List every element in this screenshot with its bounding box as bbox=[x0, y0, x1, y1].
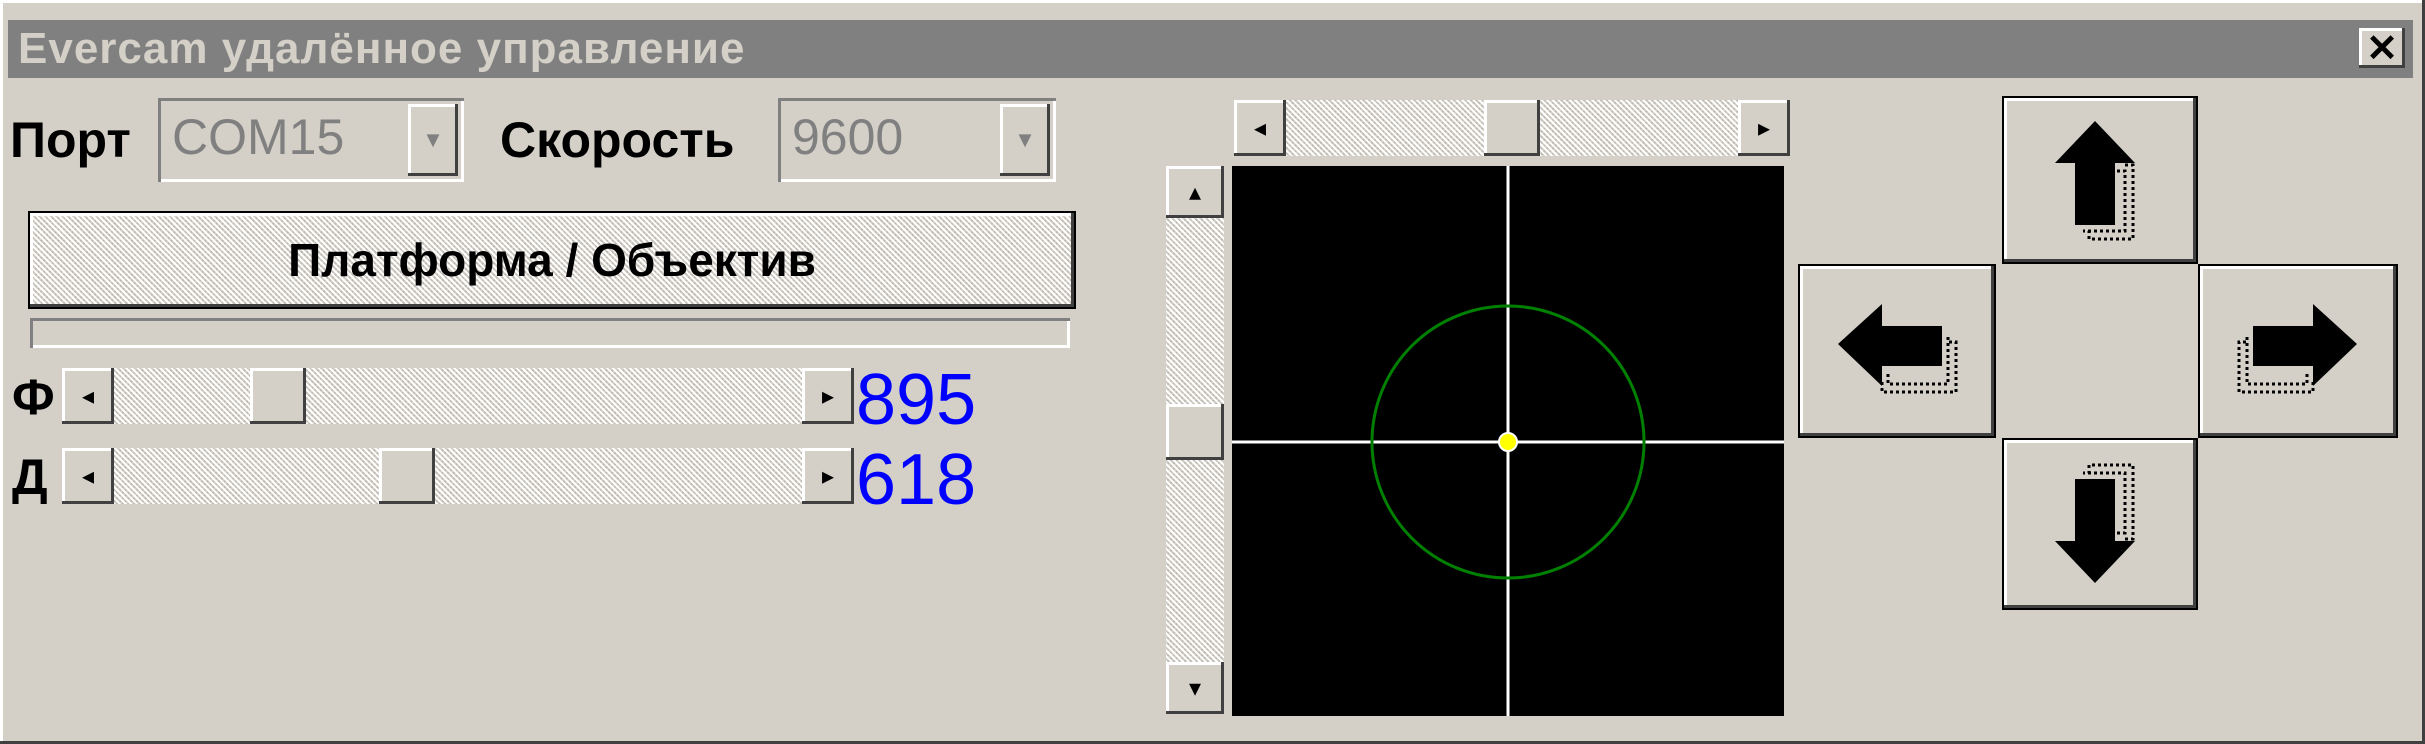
speed-combobox[interactable]: 9600 ▼ bbox=[778, 98, 1056, 182]
speed-dropdown-button[interactable]: ▼ bbox=[1000, 104, 1050, 176]
zoom-scrollbar[interactable]: ◂ ▸ bbox=[62, 448, 854, 504]
close-icon: ✕ bbox=[2366, 27, 2398, 70]
zoom-value: 618 bbox=[856, 440, 977, 520]
pan-scroll-left-button[interactable]: ◂ bbox=[1234, 100, 1286, 156]
position-view[interactable] bbox=[1232, 166, 1784, 716]
platform-lens-label: Платформа / Объектив bbox=[288, 234, 816, 286]
tilt-scroll-down-button[interactable]: ▾ bbox=[1166, 662, 1224, 714]
scroll-up-icon: ▴ bbox=[1188, 178, 1202, 206]
focus-label: Ф bbox=[12, 369, 55, 425]
arrow-up-icon bbox=[2055, 121, 2135, 241]
remote-control-window: Evercam удалённое управление ✕ Порт COM1… bbox=[0, 0, 2425, 744]
scroll-right-icon: ▸ bbox=[821, 462, 835, 490]
title-bar: Evercam удалённое управление ✕ bbox=[8, 20, 2413, 78]
platform-lens-toggle-button[interactable]: Платформа / Объектив bbox=[30, 213, 1074, 307]
arrow-right-icon bbox=[2237, 304, 2357, 394]
speed-label: Скорость bbox=[500, 112, 735, 168]
port-combobox[interactable]: COM15 ▼ bbox=[158, 98, 464, 182]
focus-scroll-left-button[interactable]: ◂ bbox=[62, 368, 114, 424]
zoom-scroll-left-button[interactable]: ◂ bbox=[62, 448, 114, 504]
speed-value: 9600 bbox=[792, 109, 904, 165]
scroll-left-icon: ◂ bbox=[1253, 114, 1267, 142]
tilt-vertical-scrollbar[interactable]: ▴ ▾ bbox=[1166, 166, 1224, 714]
port-label: Порт bbox=[10, 112, 131, 168]
move-down-button[interactable] bbox=[2004, 440, 2196, 608]
window-title: Evercam удалённое управление bbox=[18, 24, 746, 73]
position-marker bbox=[1498, 432, 1518, 452]
arrow-left-icon bbox=[1838, 304, 1958, 394]
progress-bar bbox=[30, 318, 1070, 348]
scroll-right-icon: ▸ bbox=[1757, 114, 1771, 142]
move-up-button[interactable] bbox=[2004, 98, 2196, 262]
port-dropdown-button[interactable]: ▼ bbox=[408, 104, 458, 176]
chevron-down-icon: ▼ bbox=[1014, 127, 1036, 152]
close-button[interactable]: ✕ bbox=[2359, 27, 2405, 70]
focus-scroll-thumb[interactable] bbox=[249, 368, 306, 424]
arrow-down-icon bbox=[2055, 463, 2135, 583]
scroll-left-icon: ◂ bbox=[81, 382, 95, 410]
tilt-vertical-thumb[interactable] bbox=[1166, 404, 1224, 461]
scroll-left-icon: ◂ bbox=[81, 462, 95, 490]
focus-scroll-right-button[interactable]: ▸ bbox=[802, 368, 854, 424]
scroll-right-icon: ▸ bbox=[821, 382, 835, 410]
zoom-scroll-thumb[interactable] bbox=[379, 448, 436, 504]
focus-scrollbar[interactable]: ◂ ▸ bbox=[62, 368, 854, 424]
scroll-down-icon: ▾ bbox=[1188, 674, 1202, 702]
move-right-button[interactable] bbox=[2200, 266, 2396, 436]
zoom-label: Д bbox=[12, 449, 48, 505]
position-view-canvas bbox=[1232, 166, 1784, 716]
chevron-down-icon: ▼ bbox=[422, 127, 444, 152]
tilt-scroll-up-button[interactable]: ▴ bbox=[1166, 166, 1224, 218]
pan-scroll-right-button[interactable]: ▸ bbox=[1738, 100, 1790, 156]
pan-horizontal-thumb[interactable] bbox=[1484, 100, 1540, 156]
focus-value: 895 bbox=[856, 360, 977, 440]
move-left-button[interactable] bbox=[1800, 266, 1994, 436]
pan-horizontal-scrollbar[interactable]: ◂ ▸ bbox=[1234, 100, 1790, 156]
zoom-scroll-right-button[interactable]: ▸ bbox=[802, 448, 854, 504]
port-value: COM15 bbox=[172, 109, 345, 165]
